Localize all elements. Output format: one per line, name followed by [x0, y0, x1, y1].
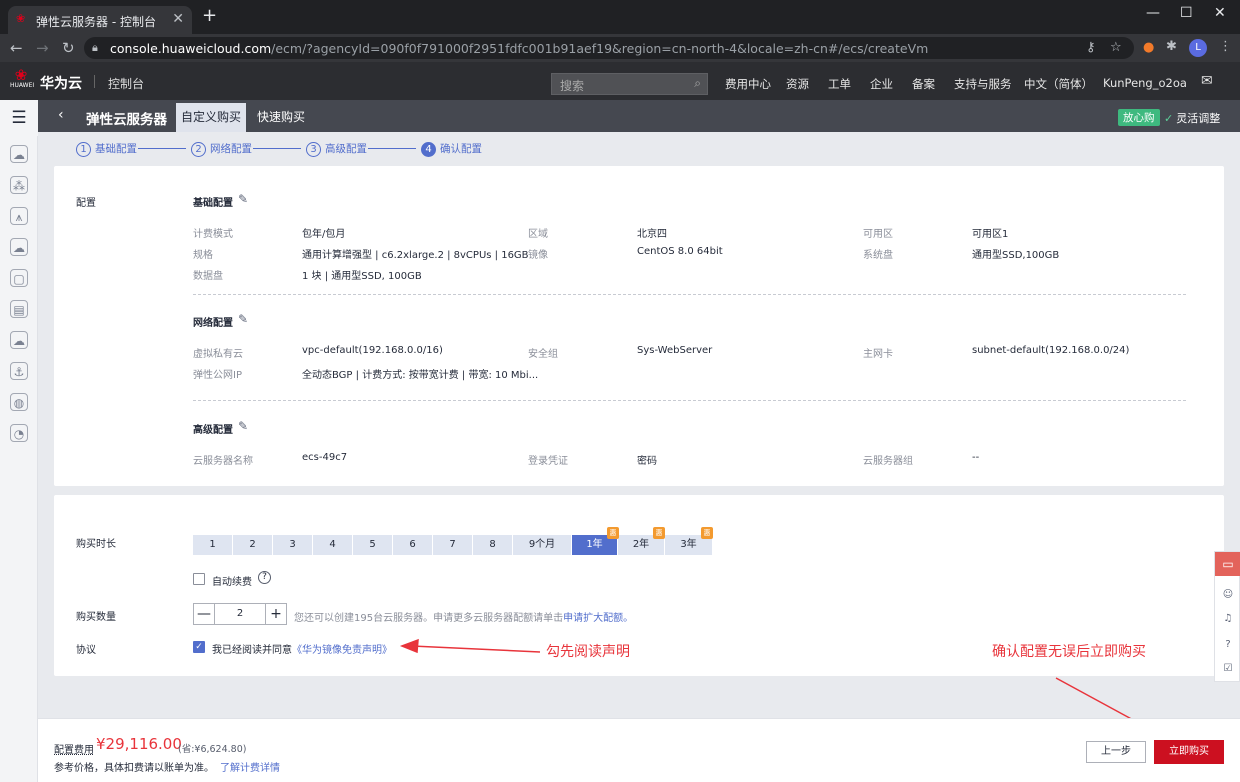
- fee-saving: (省:¥6,624.80): [178, 744, 247, 755]
- fee-label[interactable]: 配置费用: [54, 741, 94, 756]
- annotation-buy-now: 确认配置无误后立即购买: [992, 644, 1146, 660]
- purchase-footer: 配置费用 ¥29,116.00 (省:¥6,624.80) 参考价格，具体扣费请…: [38, 718, 1240, 782]
- previous-step-button[interactable]: 上一步: [1086, 741, 1146, 763]
- smile-feedback-icon[interactable]: ☺: [1221, 588, 1235, 602]
- chat-icon[interactable]: ▭: [1215, 552, 1240, 576]
- fee-note: 参考价格，具体扣费请以账单为准。 了解计费详情: [54, 763, 280, 774]
- buy-now-button[interactable]: 立即购买: [1154, 740, 1224, 764]
- fee-amount: ¥29,116.00: [96, 735, 182, 753]
- arrow-head-to-agreement: [399, 638, 419, 654]
- arrow-line-to-agreement: [411, 645, 541, 653]
- annotation-check-agreement: 勾先阅读声明: [546, 644, 630, 660]
- annotation-arrows: [399, 638, 1160, 734]
- headset-icon[interactable]: ♫: [1221, 612, 1235, 626]
- floating-toolbar: ▭ ☺ ♫ ? ☑: [1214, 551, 1240, 682]
- pricing-details-link[interactable]: 了解计费详情: [220, 763, 280, 774]
- question-icon[interactable]: ?: [1221, 638, 1235, 652]
- checklist-icon[interactable]: ☑: [1221, 662, 1235, 676]
